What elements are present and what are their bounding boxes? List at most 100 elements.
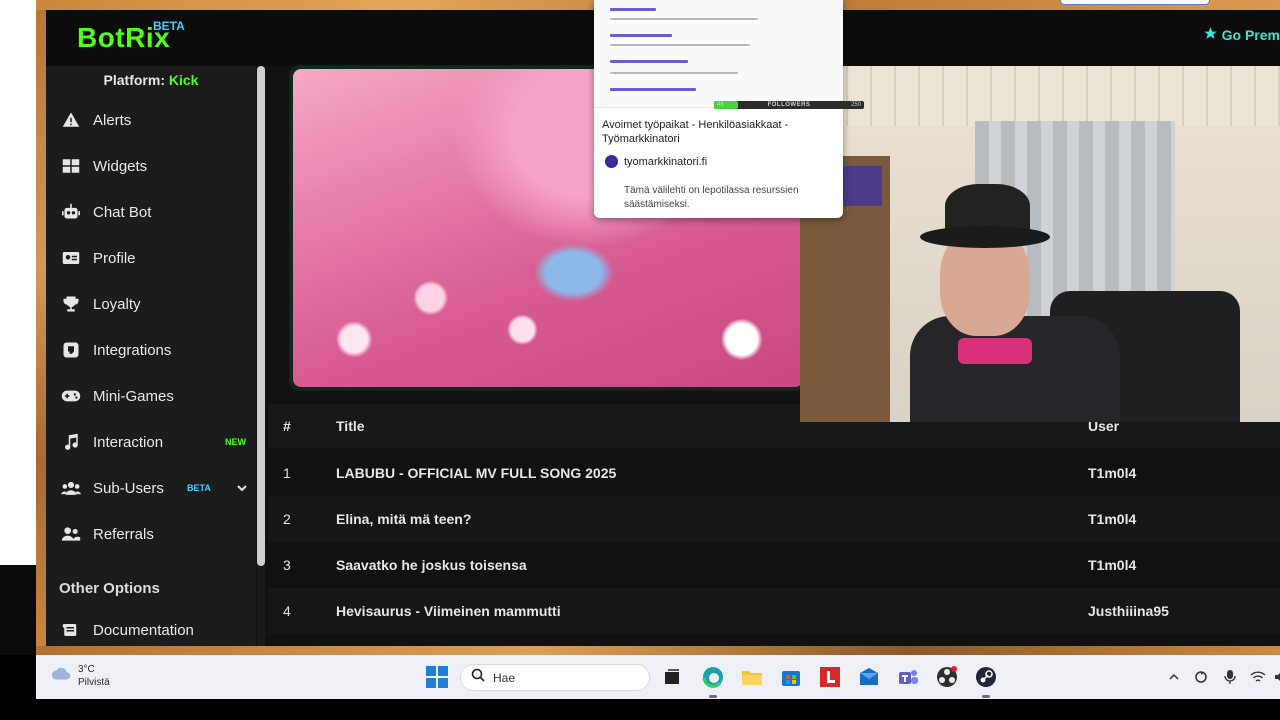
desktop-wallpaper-strip (36, 10, 46, 655)
star-icon (1203, 26, 1218, 44)
sidebar-item-label: Interaction (93, 433, 164, 451)
microphone-icon[interactable] (1218, 665, 1242, 689)
music-icon (60, 431, 82, 453)
row-number: 4 (283, 603, 291, 619)
windows-taskbar: 3°C Pilvistä Hae (36, 655, 1280, 699)
sidebar-scrollbar-thumb[interactable] (257, 66, 265, 566)
go-premium-link[interactable]: Go Prem (1203, 26, 1280, 44)
plug-icon (60, 339, 82, 361)
follower-goal-current: 46 (717, 102, 724, 108)
go-premium-label: Go Prem (1221, 27, 1280, 43)
column-header-title: Title (336, 418, 365, 434)
table-row[interactable]: 4 Hevisaurus - Viimeinen mammutti Justhi… (268, 588, 1280, 634)
active-app-indicator (709, 695, 717, 698)
windows-start-icon[interactable] (425, 665, 449, 689)
tab-preview-sleep-note: Tämä välilehti on lepotilassa resurssien… (624, 185, 799, 210)
weather-text: 3°C Pilvistä (78, 663, 110, 689)
teams-icon[interactable] (896, 665, 920, 689)
file-explorer-icon[interactable] (740, 665, 764, 689)
sidebar-item-widgets[interactable]: Widgets (46, 146, 256, 186)
user-group-icon (60, 523, 82, 545)
chevron-up-icon[interactable] (1162, 665, 1186, 689)
row-title: Hevisaurus - Viimeinen mammutti (336, 603, 561, 619)
table-row[interactable]: 3 Saavatko he joskus toisensa T1m0l4 (268, 542, 1280, 588)
sidebar: Platform: Kick Alerts Widgets Chat Bot P… (46, 66, 256, 646)
sidebar-item-label: Referrals (93, 525, 154, 543)
webcam-ceiling (800, 66, 1280, 126)
sidebar-item-referrals[interactable]: Referrals (46, 514, 256, 554)
row-user: Justhiiina95 (1088, 603, 1169, 619)
edge-browser-icon[interactable] (701, 665, 725, 689)
webcam-bow-tie (958, 338, 1032, 364)
active-app-indicator (982, 695, 990, 698)
search-icon (471, 668, 485, 687)
tab-preview-domain: tyomarkkinatori.fi (624, 155, 708, 168)
row-title: Saavatko he joskus toisensa (336, 557, 527, 573)
site-favicon-icon (605, 155, 618, 168)
sidebar-item-sub-users[interactable]: Sub-Users BETA (46, 468, 256, 508)
sidebar-item-label: Mini-Games (93, 387, 174, 405)
chevron-down-icon[interactable] (236, 481, 248, 499)
logo-beta-badge: BETA (153, 19, 185, 33)
sidebar-item-chat-bot[interactable]: Chat Bot (46, 192, 256, 232)
sidebar-item-mini-games[interactable]: Mini-Games (46, 376, 256, 416)
sidebar-item-label: Sub-Users (93, 479, 164, 497)
weather-widget[interactable]: 3°C Pilvistä (50, 663, 110, 689)
row-number: 2 (283, 511, 291, 527)
sidebar-item-label: Integrations (93, 341, 172, 359)
row-number: 1 (283, 465, 291, 481)
tab-preview-site: tyomarkkinatori.fi (605, 155, 707, 168)
task-view-icon[interactable] (660, 665, 684, 689)
sidebar-item-documentation[interactable]: Documentation (46, 610, 256, 650)
sidebar-item-label: Documentation (93, 621, 194, 639)
row-number: 3 (283, 557, 291, 573)
cloud-icon (50, 667, 72, 686)
steam-icon[interactable] (974, 665, 998, 689)
mail-app-icon[interactable] (857, 665, 881, 689)
platform-label: Platform: (103, 72, 165, 88)
sidebar-item-interaction[interactable]: Interaction NEW (46, 422, 256, 462)
desktop-background-left-dark (0, 565, 36, 655)
row-user: T1m0l4 (1088, 511, 1137, 527)
row-title: Elina, mitä mä teen? (336, 511, 472, 527)
row-user: T1m0l4 (1088, 465, 1137, 481)
taskbar-search[interactable]: Hae (460, 664, 650, 691)
sidebar-item-label: Loyalty (93, 295, 141, 313)
obs-studio-icon[interactable] (935, 665, 959, 689)
sync-icon[interactable] (1189, 665, 1213, 689)
table-row[interactable]: 1 LABUBU - OFFICIAL MV FULL SONG 2025 T1… (268, 450, 1280, 496)
sidebar-item-label: Profile (93, 249, 136, 267)
thumbnail-line (610, 34, 672, 37)
screen-bottom-edge (0, 699, 1280, 720)
tab-preview-title: Avoimet työpaikat - Henkilöasiakkaat - T… (602, 119, 789, 145)
table-row[interactable]: 2 Elina, mitä mä teen? T1m0l4 (268, 496, 1280, 542)
sidebar-item-profile[interactable]: Profile (46, 238, 256, 278)
browser-address-bar-edge[interactable] (1060, 0, 1210, 5)
sidebar-item-integrations[interactable]: Integrations (46, 330, 256, 370)
red-l-app-icon[interactable] (818, 665, 842, 689)
thumbnail-line (610, 18, 758, 20)
microsoft-store-icon[interactable] (779, 665, 803, 689)
sidebar-item-label: Chat Bot (93, 203, 152, 221)
thumbnail-line (610, 8, 656, 11)
speaker-icon[interactable] (1268, 665, 1280, 689)
scroll-icon (60, 619, 82, 641)
grid-icon (60, 155, 82, 177)
robot-icon (60, 201, 82, 223)
thumbnail-line (610, 72, 738, 74)
sidebar-item-alerts[interactable]: Alerts (46, 100, 256, 140)
sidebar-item-label: Widgets (93, 157, 148, 175)
follower-goal-bar: FOLLOWERS 46 250 (714, 101, 864, 109)
webcam-hat-brim (920, 226, 1050, 248)
sidebar-item-loyalty[interactable]: Loyalty (46, 284, 256, 324)
thumbnail-line (610, 60, 688, 63)
weather-condition: Pilvistä (78, 677, 110, 688)
row-title: LABUBU - OFFICIAL MV FULL SONG 2025 (336, 465, 617, 481)
gamepad-icon (60, 385, 82, 407)
webcam-overlay (800, 66, 1280, 422)
column-header-number: # (283, 418, 291, 434)
follower-goal-label: FOLLOWERS (767, 102, 811, 108)
wifi-icon[interactable] (1246, 665, 1270, 689)
id-card-icon (60, 247, 82, 269)
tab-hover-preview: Avoimet työpaikat - Henkilöasiakkaat - T… (594, 0, 843, 218)
